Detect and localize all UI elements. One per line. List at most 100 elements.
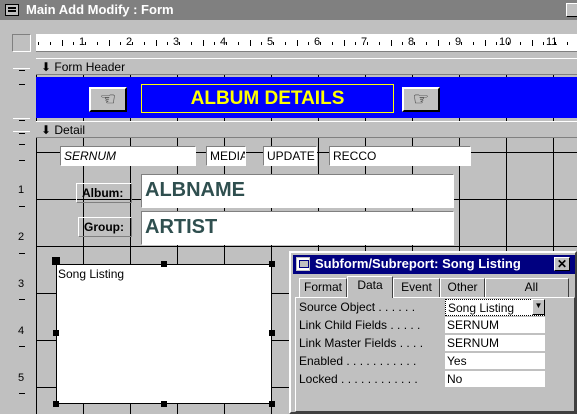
ruler-minor-tick xyxy=(143,42,145,45)
ruler-mark-label: 9 xyxy=(455,36,462,48)
ruler-minor-tick xyxy=(390,40,392,46)
tab-format[interactable]: Format xyxy=(299,278,347,297)
resize-handle-left[interactable] xyxy=(53,330,59,336)
ruler-mark-label: 4 xyxy=(220,36,227,48)
ruler-mark-label: 10 xyxy=(499,36,512,48)
ruler-major-tick xyxy=(273,42,274,45)
ruler-tick xyxy=(19,160,25,161)
window-titlebar[interactable]: Main Add Modify : Form xyxy=(0,0,577,20)
ruler-tick xyxy=(19,133,25,134)
window-close-button[interactable] xyxy=(566,3,577,17)
source-object-select[interactable]: Song Listing xyxy=(445,299,545,316)
next-hand-button[interactable]: ☞ xyxy=(402,87,440,112)
ruler-minor-tick xyxy=(284,42,286,45)
ruler-minor-tick xyxy=(402,42,404,45)
media-field[interactable]: MEDIA xyxy=(206,146,246,166)
form-header-bar[interactable]: ⬇ Form Header xyxy=(36,58,577,75)
ruler-minor-tick xyxy=(155,40,157,46)
form-header-section[interactable]: ☜ ALBUM DETAILS ☞ xyxy=(36,77,577,118)
ruler-major-tick xyxy=(85,42,86,45)
ruler-minor-tick xyxy=(108,40,110,46)
ruler-mark-label: 3 xyxy=(173,36,180,48)
ruler-tick xyxy=(19,253,25,254)
ruler-mark-label: 5 xyxy=(267,36,274,48)
ruler-mark-label: 8 xyxy=(408,36,415,48)
ruler-mark-label: 11 xyxy=(546,36,558,48)
locked-input[interactable]: No xyxy=(445,371,545,388)
ruler-mark-label: 1 xyxy=(18,184,25,196)
ruler-minor-tick xyxy=(214,42,216,45)
window-title: Main Add Modify : Form xyxy=(26,2,174,17)
form-icon[interactable] xyxy=(5,4,19,16)
resize-handle-bottom-right[interactable] xyxy=(269,401,275,407)
property-name-enabled[interactable]: Enabled . . . . . . . . . . . xyxy=(299,353,416,371)
property-sheet-titlebar[interactable]: Subform/Subreport: Song Listing ✕ xyxy=(293,255,575,274)
ruler-minor-tick xyxy=(437,40,439,46)
ruler-tick xyxy=(19,206,25,207)
horizontal-ruler[interactable]: 1 2 3 4 5 6 7 8 9 10 11 xyxy=(36,34,577,52)
update-field[interactable]: UPDATE xyxy=(263,146,317,166)
ruler-tick xyxy=(19,346,25,347)
tab-data[interactable]: Data xyxy=(347,276,393,298)
ruler-tick xyxy=(19,120,25,121)
ruler-minor-tick xyxy=(61,40,63,46)
ruler-corner-selector[interactable] xyxy=(12,34,31,52)
link-child-fields-input[interactable]: SERNUM xyxy=(445,317,545,334)
vertical-ruler[interactable]: 1 2 3 4 5 xyxy=(12,56,31,414)
chevron-down-icon[interactable]: ▼ xyxy=(532,299,545,315)
link-master-fields-input[interactable]: SERNUM xyxy=(445,335,545,352)
ruler-tick xyxy=(13,68,30,69)
tab-event[interactable]: Event xyxy=(393,278,440,297)
ruler-minor-tick xyxy=(96,42,98,45)
previous-hand-button[interactable]: ☜ xyxy=(89,87,127,112)
ruler-minor-tick xyxy=(167,42,169,45)
property-name-source-object[interactable]: Source Object . . . . . . xyxy=(299,299,415,317)
artist-field[interactable]: ARTIST xyxy=(141,211,454,245)
ruler-major-tick xyxy=(367,42,368,45)
song-listing-subform[interactable]: Song Listing xyxy=(56,264,272,404)
ruler-minor-tick xyxy=(49,42,51,45)
ruler-major-tick xyxy=(226,42,227,45)
move-handle[interactable] xyxy=(52,257,60,265)
tab-all[interactable]: All xyxy=(485,278,569,297)
ruler-minor-tick xyxy=(378,42,380,45)
detail-bar[interactable]: ⬇ Detail xyxy=(36,121,577,138)
resize-handle-bottom[interactable] xyxy=(161,401,167,407)
enabled-input[interactable]: Yes xyxy=(445,353,545,370)
page-title[interactable]: ALBUM DETAILS xyxy=(141,84,394,113)
ruler-mark-label: 1 xyxy=(79,36,86,48)
subform-label: Song Listing xyxy=(58,267,125,281)
sernum-field[interactable]: SERNUM xyxy=(60,146,196,166)
ruler-minor-tick xyxy=(543,42,545,45)
ruler-minor-tick xyxy=(519,42,521,45)
ruler-minor-tick xyxy=(472,42,474,45)
ruler-major-tick xyxy=(320,42,321,45)
group-label[interactable]: Group: xyxy=(78,217,132,237)
property-name-locked[interactable]: Locked . . . . . . . . . . . . xyxy=(299,371,418,389)
resize-handle-bottom-left[interactable] xyxy=(53,401,59,407)
ruler-minor-tick xyxy=(531,40,533,46)
property-sheet: Subform/Subreport: Song Listing ✕ Format… xyxy=(289,251,577,414)
ruler-minor-tick xyxy=(355,42,357,45)
resize-handle-top[interactable] xyxy=(161,261,167,267)
album-label[interactable]: Album: xyxy=(76,183,132,203)
ruler-minor-tick xyxy=(496,42,498,45)
resize-handle-right[interactable] xyxy=(269,330,275,336)
tab-other[interactable]: Other xyxy=(440,278,485,297)
ruler-minor-tick xyxy=(120,42,122,45)
property-name-link-child[interactable]: Link Child Fields . . . . . xyxy=(299,317,420,335)
ruler-minor-tick xyxy=(237,42,239,45)
ruler-major-tick xyxy=(38,42,39,45)
ruler-minor-tick xyxy=(343,40,345,46)
property-name-link-master[interactable]: Link Master Fields . . . . xyxy=(299,335,423,353)
ruler-minor-tick xyxy=(249,40,251,46)
ruler-mark-label: 2 xyxy=(18,231,25,243)
album-name-field[interactable]: ALBNAME xyxy=(141,174,454,208)
ruler-minor-tick xyxy=(484,40,486,46)
ruler-major-tick xyxy=(461,42,462,45)
ruler-mark-label: 4 xyxy=(18,325,25,337)
close-button[interactable]: ✕ xyxy=(554,257,570,271)
resize-handle-top-right[interactable] xyxy=(269,261,275,267)
ruler-tick xyxy=(19,299,25,300)
recco-field[interactable]: RECCO xyxy=(329,146,471,166)
